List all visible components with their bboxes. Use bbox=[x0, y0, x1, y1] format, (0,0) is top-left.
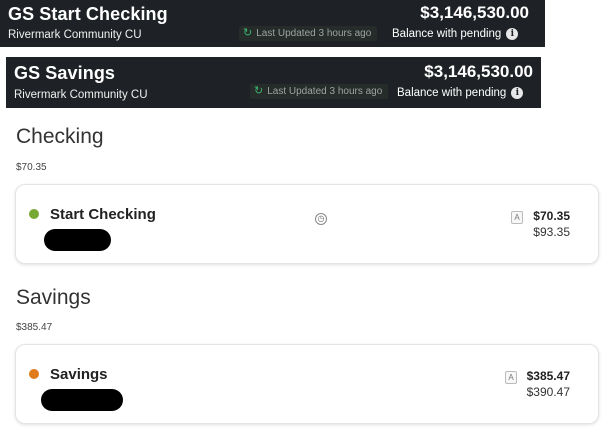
balance-with-pending: Balance with pending i bbox=[392, 28, 519, 40]
available-badge-icon: A bbox=[505, 371, 517, 384]
last-updated-text: Last Updated 3 hours ago bbox=[256, 28, 372, 39]
section-total-savings: $385.47 bbox=[16, 322, 53, 333]
account-name: Start Checking bbox=[50, 206, 156, 223]
account-name: Savings bbox=[50, 366, 108, 383]
info-icon[interactable]: i bbox=[506, 28, 519, 40]
balance-with-pending-label: Balance with pending bbox=[392, 28, 502, 40]
current-balance: $390.47 bbox=[526, 385, 570, 399]
redacted-account-number bbox=[41, 389, 123, 411]
clock-icon[interactable]: ◷ bbox=[315, 213, 327, 225]
account-banner-checking: GS Start Checking Rivermark Community CU… bbox=[0, 0, 545, 47]
banner-balance: $3,146,530.00 bbox=[424, 62, 533, 81]
refresh-icon[interactable]: ↻ bbox=[243, 28, 252, 39]
last-updated-badge[interactable]: ↻ Last Updated 3 hours ago bbox=[239, 26, 378, 41]
banner-balance: $3,146,530.00 bbox=[420, 3, 529, 22]
banner-title: GS Savings bbox=[14, 63, 116, 83]
refresh-icon[interactable]: ↻ bbox=[254, 86, 263, 97]
status-dot bbox=[29, 209, 39, 219]
account-banner-savings: GS Savings Rivermark Community CU ↻ Last… bbox=[6, 57, 541, 108]
section-heading-savings: Savings bbox=[16, 286, 91, 309]
available-badge-icon: A bbox=[511, 211, 523, 224]
available-balance: $385.47 bbox=[526, 369, 570, 383]
info-icon[interactable]: i bbox=[511, 87, 524, 99]
last-updated-text: Last Updated 3 hours ago bbox=[267, 86, 383, 97]
balance-with-pending: Balance with pending i bbox=[397, 87, 524, 99]
banner-institution: Rivermark Community CU bbox=[8, 29, 142, 41]
banner-title: GS Start Checking bbox=[8, 4, 168, 24]
available-balance: $70.35 bbox=[533, 209, 570, 223]
section-heading-checking: Checking bbox=[16, 125, 104, 148]
last-updated-badge[interactable]: ↻ Last Updated 3 hours ago bbox=[250, 84, 389, 99]
banner-institution: Rivermark Community CU bbox=[14, 89, 148, 101]
section-total-checking: $70.35 bbox=[16, 162, 47, 173]
redacted-account-number bbox=[44, 229, 111, 251]
account-card-start-checking[interactable]: Start Checking ◷ A $70.35 $93.35 bbox=[15, 184, 599, 264]
balance-with-pending-label: Balance with pending bbox=[397, 87, 507, 99]
status-dot bbox=[29, 369, 39, 379]
account-card-savings[interactable]: Savings A $385.47 $390.47 bbox=[15, 344, 599, 424]
current-balance: $93.35 bbox=[533, 225, 570, 239]
